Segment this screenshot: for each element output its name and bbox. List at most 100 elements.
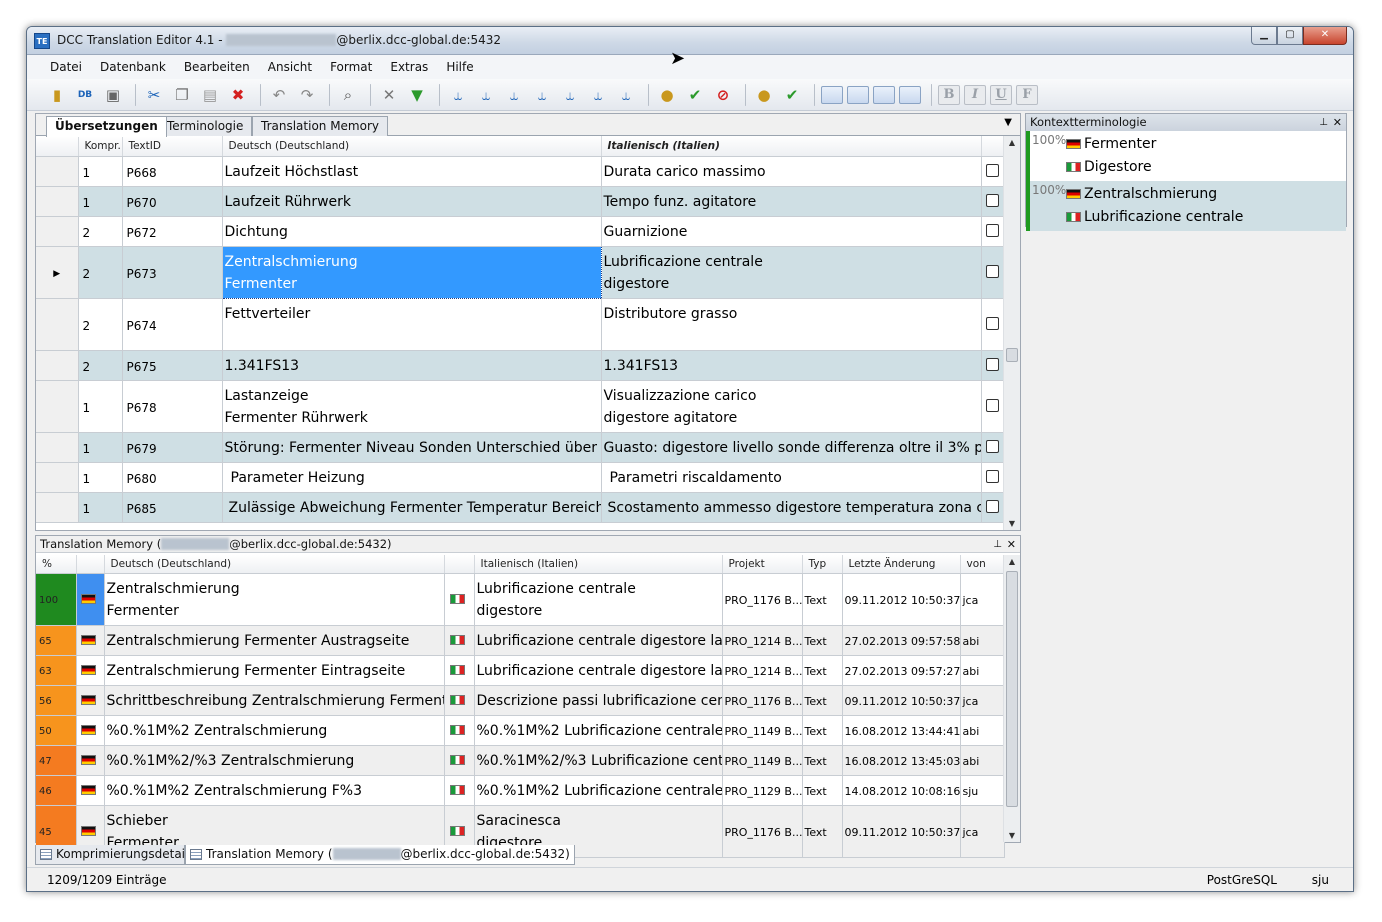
tm-typ-cell[interactable]: Text xyxy=(802,685,843,716)
pin-icon[interactable]: ⊥ xyxy=(1319,114,1328,131)
col-tm-deutsch[interactable]: Deutsch (Deutschland) xyxy=(104,555,445,574)
tab-dropdown-icon[interactable]: ▼ xyxy=(1004,117,1012,128)
menu-bearbeiten[interactable]: Bearbeiten xyxy=(175,58,259,76)
row-indicator[interactable] xyxy=(36,298,79,351)
tm-source-cell[interactable]: Zentralschmierung Fermenter xyxy=(104,573,445,626)
textid-cell[interactable]: P679 xyxy=(122,432,223,463)
kompr-cell[interactable]: 2 xyxy=(78,246,123,299)
textid-cell[interactable]: P680 xyxy=(122,462,223,493)
source-cell[interactable]: 1.341FS13 xyxy=(222,350,602,381)
tab-terminologie[interactable]: Terminologie xyxy=(158,116,253,136)
layout-2-icon[interactable] xyxy=(847,85,869,104)
close-pane-icon[interactable]: ✕ xyxy=(1333,114,1342,131)
tm-target-cell[interactable]: Lubrificazione centrale digestore lato c xyxy=(474,655,723,686)
filter-tools-icon[interactable]: ✕ xyxy=(377,83,401,107)
tm-typ-cell[interactable]: Text xyxy=(802,625,843,656)
scroll-thumb[interactable] xyxy=(1006,348,1018,362)
row-checkbox[interactable] xyxy=(981,492,1005,523)
tm-date-cell[interactable]: 27.02.2013 09:57:27 xyxy=(842,655,961,686)
tm-date-cell[interactable]: 27.02.2013 09:57:58 xyxy=(842,625,961,656)
paste-icon[interactable]: ▤ xyxy=(198,83,222,107)
textid-cell[interactable]: P674 xyxy=(122,298,223,351)
tm-date-cell[interactable]: 16.08.2012 13:44:41 xyxy=(842,715,961,746)
row-checkbox[interactable] xyxy=(981,216,1005,247)
tm-target-cell[interactable]: %0.%1M%2/%3 Lubrificazione centra xyxy=(474,745,723,776)
table-row-selected[interactable]: ▶ 2 P673 Zentralschmierung Fermenter Lubr… xyxy=(36,245,1005,299)
tm-source-cell[interactable]: Schrittbeschreibung Zentralschmierung Fe… xyxy=(104,685,445,716)
table-row[interactable]: 1 P670 Laufzeit Rührwerk Tempo funz. agi… xyxy=(36,186,1005,217)
check-icon[interactable]: ✔ xyxy=(683,83,707,107)
col-projekt[interactable]: Projekt xyxy=(722,555,803,574)
scroll-up-icon[interactable]: ▲ xyxy=(1004,557,1020,566)
row-indicator[interactable] xyxy=(36,432,79,463)
tab-translation-memory-bottom[interactable]: Translation Memory (@berlix.dcc-global.d… xyxy=(185,845,575,865)
row-checkbox[interactable] xyxy=(981,186,1005,217)
source-cell[interactable]: Parameter Heizung xyxy=(222,462,602,493)
term-target[interactable]: Digestore xyxy=(1030,156,1346,179)
term-target[interactable]: Lubrificazione centrale xyxy=(1030,206,1346,229)
warning-icon[interactable]: ● xyxy=(655,83,679,107)
tm-von-cell[interactable]: abi xyxy=(960,625,1005,656)
save-icon[interactable]: ▣ xyxy=(101,83,125,107)
col-typ[interactable]: Typ xyxy=(802,555,843,574)
bold-button[interactable]: B xyxy=(938,84,960,105)
source-cell[interactable]: Laufzeit Rührwerk xyxy=(222,186,602,217)
current-row-arrow-icon[interactable]: ▶ xyxy=(36,246,79,299)
scroll-up-icon[interactable]: ▲ xyxy=(1004,138,1020,147)
term-source[interactable]: 100% Fermenter xyxy=(1030,133,1346,156)
tm-typ-cell[interactable]: Text xyxy=(802,573,843,626)
source-cell[interactable]: Lastanzeige Fermenter Rührwerk xyxy=(222,380,602,433)
tm-date-cell[interactable]: 09.11.2012 10:50:37 xyxy=(842,573,961,626)
filter-step-5-icon[interactable]: ⥿ xyxy=(558,83,582,107)
tm-von-cell[interactable]: abi xyxy=(960,715,1005,746)
tm-source-cell[interactable]: %0.%1M%2/%3 Zentralschmierung xyxy=(104,745,445,776)
target-cell[interactable]: Durata carico massimo xyxy=(601,156,982,187)
term-group[interactable]: 100% Fermenter Digestore xyxy=(1026,131,1346,181)
tm-date-cell[interactable]: 09.11.2012 10:50:37 xyxy=(842,685,961,716)
target-cell[interactable]: Tempo funz. agitatore xyxy=(601,186,982,217)
tm-date-cell[interactable]: 16.08.2012 13:45:03 xyxy=(842,745,961,776)
textid-cell[interactable]: P668 xyxy=(122,156,223,187)
tm-von-cell[interactable]: jca xyxy=(960,805,1005,858)
textid-cell[interactable]: P672 xyxy=(122,216,223,247)
tm-von-cell[interactable]: jca xyxy=(960,685,1005,716)
menu-hilfe[interactable]: Hilfe xyxy=(437,58,482,76)
layout-4-icon[interactable] xyxy=(899,85,921,104)
table-row[interactable]: 2 P675 1.341FS13 1.341FS13 xyxy=(36,350,1005,381)
col-textid[interactable]: TextID xyxy=(122,136,223,157)
kompr-cell[interactable]: 2 xyxy=(78,298,123,351)
match-percent-cell[interactable]: 100 xyxy=(36,573,77,626)
tm-proj-cell[interactable]: PRO_1176 B... xyxy=(722,573,803,626)
check-all-icon[interactable]: ✔ xyxy=(780,83,804,107)
table-row[interactable]: 2 P674 Fettverteiler Distributore grasso xyxy=(36,298,1005,351)
col-von[interactable]: von xyxy=(960,555,1005,574)
tm-typ-cell[interactable]: Text xyxy=(802,715,843,746)
match-percent-cell[interactable]: 56 xyxy=(36,685,77,716)
close-pane-icon[interactable]: ✕ xyxy=(1007,536,1016,553)
row-indicator[interactable] xyxy=(36,462,79,493)
scroll-thumb[interactable] xyxy=(1006,571,1018,807)
filter-step-7-icon[interactable]: ⥿ xyxy=(614,83,638,107)
tm-row[interactable]: 65 Zentralschmierung Fermenter Austragsei… xyxy=(36,625,1005,656)
filter-step-3-icon[interactable]: ⥿ xyxy=(502,83,526,107)
tm-proj-cell[interactable]: PRO_1149 B... xyxy=(722,745,803,776)
underline-button[interactable]: U xyxy=(990,84,1012,105)
delete-icon[interactable]: ✖ xyxy=(226,83,250,107)
col-tm-italienisch[interactable]: Italienisch (Italien) xyxy=(474,555,723,574)
table-row[interactable]: 1 P679 Störung: Fermenter Niveau Sonden … xyxy=(36,432,1005,463)
tm-typ-cell[interactable]: Text xyxy=(802,745,843,776)
source-cell[interactable]: Laufzeit Höchstlast xyxy=(222,156,602,187)
term-group[interactable]: 100% Zentralschmierung Lubrificazione cen… xyxy=(1026,181,1346,231)
tm-typ-cell[interactable]: Text xyxy=(802,775,843,806)
grid-scrollbar[interactable]: ▲ ▼ xyxy=(1003,136,1020,530)
match-percent-cell[interactable]: 50 xyxy=(36,715,77,746)
tm-target-cell[interactable]: %0.%1M%2 Lubrificazione centrale F xyxy=(474,775,723,806)
col-deutsch[interactable]: Deutsch (Deutschland) xyxy=(222,136,602,157)
target-cell[interactable]: Scostamento ammesso digestore temperatur… xyxy=(601,492,982,523)
target-cell[interactable]: Distributore grasso xyxy=(601,298,982,351)
tm-target-cell[interactable]: Descrizione passi lubrificazione centr xyxy=(474,685,723,716)
table-row[interactable]: 1 P668 Laufzeit Höchstlast Durata carico… xyxy=(36,156,1005,187)
menu-extras[interactable]: Extras xyxy=(381,58,437,76)
row-indicator[interactable] xyxy=(36,380,79,433)
tm-source-cell[interactable]: %0.%1M%2 Zentralschmierung xyxy=(104,715,445,746)
